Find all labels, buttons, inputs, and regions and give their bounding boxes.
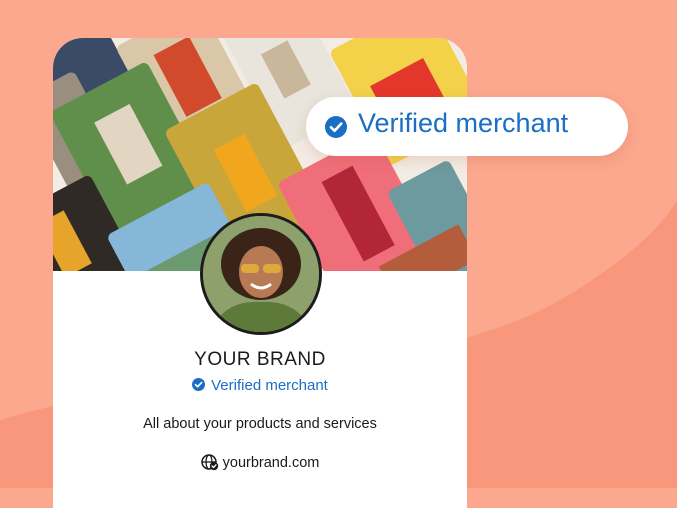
brand-avatar: [200, 213, 322, 335]
check-circle-icon: [192, 378, 206, 391]
verified-merchant-label: Verified merchant: [211, 377, 328, 394]
brand-description: All about your products and services: [143, 416, 377, 432]
website-url: yourbrand.com: [222, 455, 320, 471]
website-link[interactable]: yourbrand.com: [53, 453, 467, 471]
check-circle-icon: [325, 116, 347, 138]
brand-name: YOUR BRAND: [194, 349, 326, 370]
verified-merchant-badge: Verified merchant: [306, 97, 628, 156]
verified-merchant-status: Verified merchant: [53, 377, 467, 394]
badge-label: Verified merchant: [358, 108, 569, 138]
globe-icon: [200, 454, 218, 471]
